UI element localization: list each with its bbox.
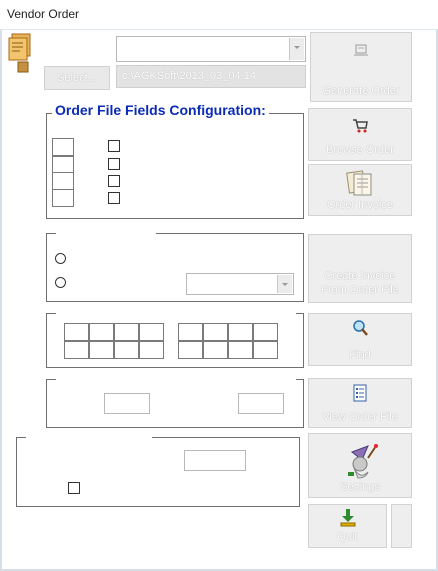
list-icon (353, 384, 367, 402)
grid-cell[interactable] (178, 341, 203, 359)
order-invoice-button[interactable]: Order Invoice (308, 164, 412, 216)
browse-order-button[interactable]: Browse Order (308, 108, 412, 161)
grid-cell[interactable] (228, 323, 253, 341)
cart-icon (353, 119, 368, 133)
window-frame-left (0, 30, 2, 571)
settings-label: Settings (340, 481, 380, 493)
bottom-value-input[interactable] (184, 450, 246, 471)
find-button[interactable]: Find (308, 313, 412, 366)
register-icon (354, 44, 368, 56)
grid-left (64, 323, 164, 359)
exit-arrow-icon (340, 509, 355, 527)
grid-cell[interactable] (139, 323, 164, 341)
inputs-group-title-gap (56, 377, 296, 381)
extra-small-button[interactable] (391, 504, 412, 548)
create-invoice-label-line2: From Order File (321, 284, 399, 296)
bottom-group-title-gap (26, 435, 152, 439)
field-checkbox-1[interactable] (108, 140, 120, 152)
create-invoice-label-line1: Create Invoice (324, 270, 396, 282)
value-input-1[interactable] (104, 393, 150, 414)
grid-right (178, 323, 278, 359)
file-path-display: c:\AGKSoft\2013_03_04 14 (116, 65, 306, 88)
option-radio-2[interactable] (55, 277, 66, 288)
grid-cell[interactable] (114, 341, 139, 359)
option-combo[interactable] (186, 273, 294, 295)
select-button[interactable]: Select... (44, 66, 110, 90)
fields-config-title: Order File Fields Configuration: (52, 102, 269, 118)
grid-cell[interactable] (89, 341, 114, 359)
documents-icon (346, 170, 372, 196)
order-invoice-label: Order Invoice (326, 199, 394, 211)
field-checkbox-2[interactable] (108, 158, 120, 170)
create-invoice-button[interactable]: Create Invoice From Order File (308, 234, 412, 303)
settings-button[interactable]: Settings (308, 433, 412, 498)
vendor-combo[interactable] (116, 36, 306, 62)
chevron-down-icon[interactable] (289, 38, 304, 60)
grid-cell[interactable] (253, 323, 278, 341)
grid-cell[interactable] (203, 323, 228, 341)
grid-cell[interactable] (203, 341, 228, 359)
fields-config-group (46, 113, 304, 219)
options-group-title-gap (56, 231, 156, 235)
field-checkbox-4[interactable] (108, 192, 120, 204)
grid-cell[interactable] (64, 341, 89, 359)
value-input-2[interactable] (238, 393, 284, 414)
browse-order-label: Browse Order (326, 144, 394, 156)
field-position-input-4[interactable] (52, 189, 74, 207)
bottom-group (16, 437, 300, 507)
field-position-input-3[interactable] (52, 172, 74, 190)
grid-cell[interactable] (178, 323, 203, 341)
option-radio-1[interactable] (55, 253, 66, 264)
quit-button[interactable]: Quit (308, 504, 387, 548)
grid-cell[interactable] (139, 341, 164, 359)
generate-order-button[interactable]: Generate Order (310, 32, 412, 102)
quit-label: Quit (337, 531, 358, 543)
field-position-input-1[interactable] (52, 138, 74, 156)
magnifier-icon (353, 320, 368, 336)
view-order-file-label: View Order File (322, 411, 398, 423)
grid-group-title-gap (56, 311, 296, 315)
grid-cell[interactable] (64, 323, 89, 341)
bottom-checkbox[interactable] (68, 482, 80, 494)
generate-order-label: Generate Order (322, 85, 400, 97)
window-title: Vendor Order (7, 7, 80, 21)
field-checkbox-3[interactable] (108, 175, 120, 187)
find-label: Find (349, 349, 371, 361)
grid-cell[interactable] (89, 323, 114, 341)
view-order-file-button[interactable]: View Order File (308, 378, 412, 428)
select-button-label: Select... (57, 72, 97, 84)
app-document-icon (8, 32, 34, 74)
wizard-icon (348, 444, 378, 479)
grid-cell[interactable] (228, 341, 253, 359)
grid-cell[interactable] (114, 323, 139, 341)
chevron-down-icon[interactable] (277, 275, 292, 293)
grid-cell[interactable] (253, 341, 278, 359)
